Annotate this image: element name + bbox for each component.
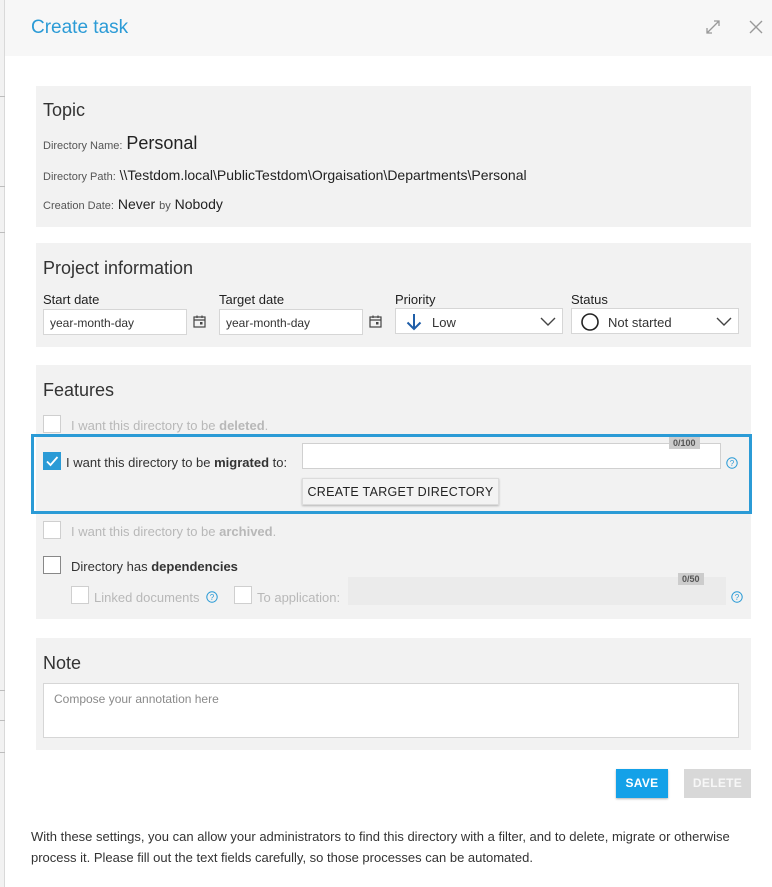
linked-documents-label: Linked documents: [94, 590, 200, 605]
directory-path-row: Directory Path: \\Testdom.local\PublicTe…: [43, 167, 527, 183]
migrated-option-label: I want this directory to be migrated to:: [66, 455, 288, 470]
start-date-label: Start date: [43, 292, 100, 307]
close-icon[interactable]: [746, 17, 766, 37]
directory-name-value: Personal: [126, 133, 198, 153]
topic-heading: Topic: [43, 100, 86, 120]
svg-text:?: ?: [730, 459, 735, 468]
dialog-title: Create task: [31, 17, 129, 38]
priority-value: Low: [432, 315, 456, 330]
chevron-down-icon: [540, 315, 556, 327]
expand-icon[interactable]: [703, 17, 723, 37]
application-char-counter: 0/50: [678, 573, 704, 585]
priority-label: Priority: [395, 292, 436, 307]
migration-target-input[interactable]: [302, 443, 721, 469]
start-date-placeholder: year-month-day: [50, 316, 135, 330]
archived-option-label: I want this directory to be archived.: [71, 524, 277, 539]
dependencies-option-label: Directory has dependencies: [71, 559, 238, 574]
chevron-down-icon: [716, 315, 732, 327]
project-information-panel: Project information Start date year-mont…: [36, 243, 751, 347]
target-date-label: Target date: [219, 292, 285, 307]
note-textarea[interactable]: Compose your annotation here: [43, 683, 739, 738]
status-label: Status: [571, 292, 608, 307]
save-button[interactable]: SAVE: [616, 769, 668, 798]
by-label: by: [159, 200, 171, 212]
svg-text:?: ?: [210, 593, 215, 602]
creator-value: Nobody: [174, 196, 223, 212]
circle-icon: [580, 312, 600, 332]
migration-target-char-counter: 0/100: [669, 437, 700, 449]
footer-help-text: With these settings, you can allow your …: [31, 829, 730, 865]
directory-path-label: Directory Path:: [43, 171, 116, 183]
svg-text:?: ?: [735, 593, 740, 602]
help-icon[interactable]: ?: [731, 590, 743, 603]
directory-name-label: Directory Name:: [43, 140, 123, 152]
target-date-placeholder: year-month-day: [226, 316, 311, 330]
archived-checkbox[interactable]: [43, 521, 61, 539]
create-task-dialog: Create task Topic Directory Name: Person…: [5, 0, 772, 887]
calendar-icon[interactable]: [368, 314, 384, 330]
priority-select[interactable]: Low: [395, 308, 563, 334]
dependencies-checkbox[interactable]: [43, 556, 61, 574]
creation-date-value: Never: [117, 196, 156, 212]
linked-documents-checkbox[interactable]: [71, 586, 89, 604]
deleted-option-label: I want this directory to be deleted.: [71, 418, 269, 433]
create-target-directory-button[interactable]: CREATE TARGET DIRECTORY: [302, 478, 499, 505]
note-heading: Note: [43, 653, 82, 673]
migrated-checkbox[interactable]: [43, 452, 61, 470]
to-application-checkbox[interactable]: [234, 586, 252, 604]
arrow-down-icon: [404, 312, 424, 332]
topic-panel: Topic Directory Name: Personal Directory…: [36, 86, 751, 227]
dialog-header: Create task: [5, 0, 772, 56]
help-icon[interactable]: ?: [726, 456, 738, 469]
directory-name-row: Directory Name: Personal: [43, 133, 197, 154]
status-select[interactable]: Not started: [571, 308, 739, 334]
deleted-checkbox[interactable]: [43, 415, 61, 433]
start-date-input[interactable]: year-month-day: [43, 309, 206, 335]
features-heading: Features: [43, 380, 115, 400]
creation-date-label: Creation Date:: [43, 200, 114, 212]
calendar-icon[interactable]: [192, 314, 208, 330]
help-icon[interactable]: ?: [206, 590, 218, 603]
target-date-input[interactable]: year-month-day: [219, 309, 382, 335]
application-input: [348, 577, 726, 605]
note-panel: Note Compose your annotation here: [36, 638, 751, 750]
directory-path-value: \\Testdom.local\PublicTestdom\Orgaisatio…: [119, 167, 527, 183]
status-value: Not started: [608, 315, 672, 330]
delete-button: DELETE: [684, 769, 751, 798]
to-application-label: To application:: [257, 590, 341, 605]
creation-date-row: Creation Date: Never by Nobody: [43, 196, 223, 212]
project-information-heading: Project information: [43, 258, 194, 278]
